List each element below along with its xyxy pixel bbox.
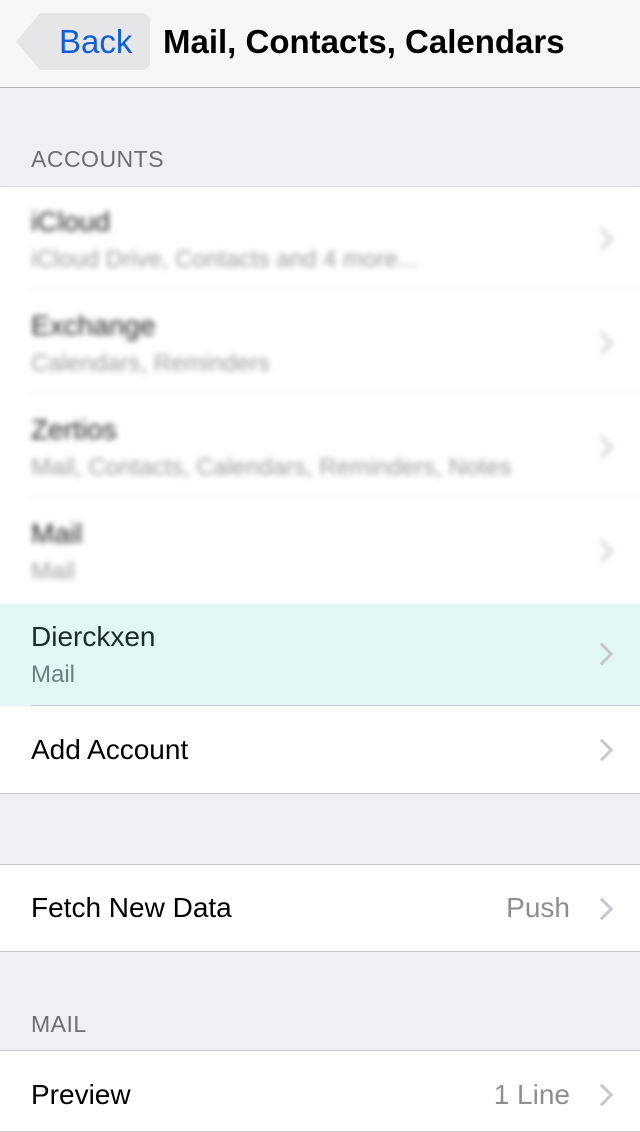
chevron-right-icon [590, 1083, 614, 1107]
mail-section-header: MAIL [31, 1011, 87, 1037]
preview-value: 1 Line [493, 1079, 570, 1110]
chevron-right-icon [590, 738, 614, 762]
account-row-exchange[interactable]: Exchange Calendars, Reminders [0, 291, 640, 395]
chevron-right-icon [590, 227, 614, 251]
account-subtitle: Mail [31, 661, 76, 688]
account-title: Exchange [31, 310, 156, 341]
fetch-new-data-row[interactable]: Fetch New Data Push [0, 865, 640, 951]
account-subtitle: Mail [31, 558, 76, 585]
chevron-right-icon [590, 539, 614, 563]
back-button-label[interactable]: Back [59, 22, 132, 62]
fetch-new-data-label: Fetch New Data [31, 892, 232, 923]
chevron-right-icon [590, 642, 614, 666]
account-subtitle: iCloud Drive, Contacts and 4 more... [31, 246, 418, 273]
account-title: Zertios [31, 414, 117, 445]
chevron-right-icon [590, 897, 614, 921]
account-row-dierckxen[interactable]: Dierckxen Mail [0, 604, 640, 706]
chevron-right-icon [590, 435, 614, 459]
navigation-bar: Back Mail, Contacts, Calendars [0, 0, 640, 88]
account-title: Dierckxen [31, 621, 156, 652]
chevron-right-icon [590, 331, 614, 355]
accounts-list: iCloud iCloud Drive, Contacts and 4 more… [0, 186, 640, 794]
preview-label: Preview [31, 1079, 131, 1110]
add-account-row[interactable]: Add Account [0, 706, 640, 792]
mail-group: Preview 1 Line [0, 1050, 640, 1132]
account-subtitle: Calendars, Reminders [31, 350, 270, 377]
account-row-zertios[interactable]: Zertios Mail, Contacts, Calendars, Remin… [0, 395, 640, 499]
account-row-icloud[interactable]: iCloud iCloud Drive, Contacts and 4 more… [0, 187, 640, 291]
account-subtitle: Mail, Contacts, Calendars, Reminders, No… [31, 454, 512, 481]
fetch-group: Fetch New Data Push [0, 864, 640, 952]
page-title: Mail, Contacts, Calendars [163, 23, 565, 60]
fetch-new-data-value: Push [506, 892, 570, 923]
preview-row[interactable]: Preview 1 Line [0, 1051, 640, 1131]
account-title: iCloud [31, 206, 111, 237]
accounts-section-header: ACCOUNTS [31, 146, 165, 172]
add-account-label: Add Account [31, 734, 189, 765]
account-row-mail[interactable]: Mail Mail [0, 499, 640, 603]
account-title: Mail [31, 518, 83, 549]
